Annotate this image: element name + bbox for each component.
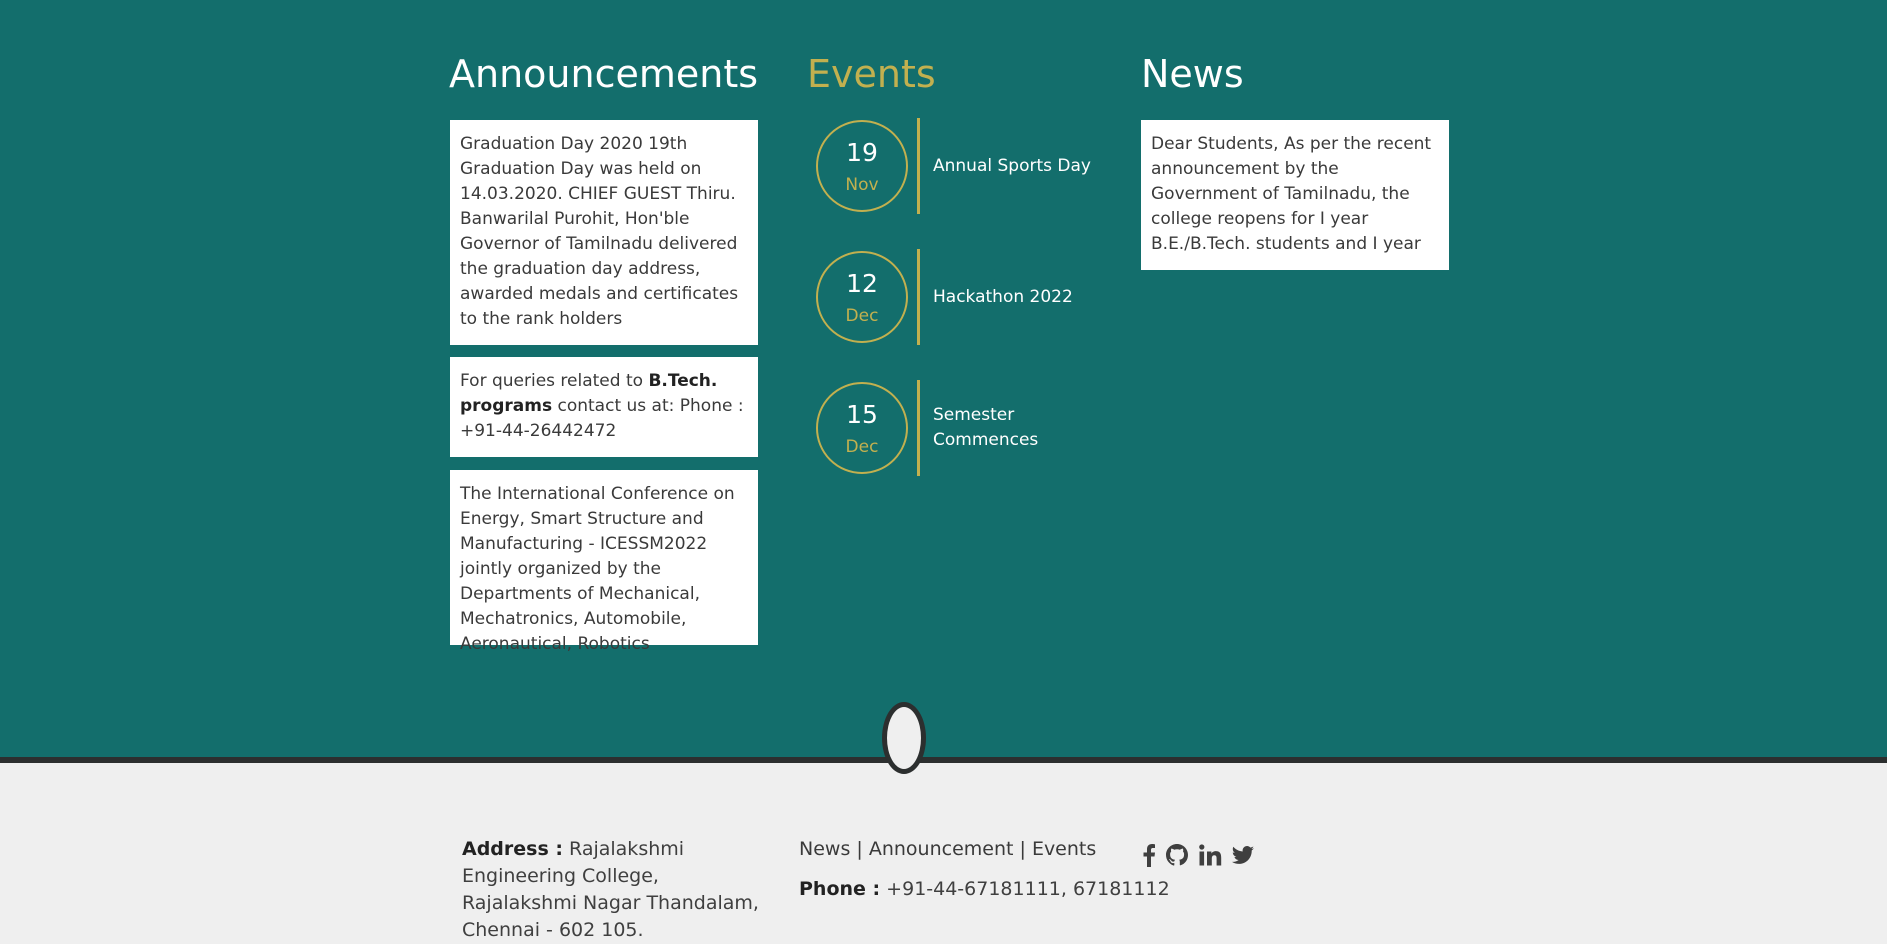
announcement-card[interactable]: Graduation Day 2020 19th Graduation Day … (450, 120, 758, 345)
event-item[interactable]: 12 Dec Hackathon 2022 (816, 249, 1096, 345)
footer-divider (0, 757, 1887, 763)
linkedin-icon[interactable] (1198, 843, 1222, 867)
footer-link-news[interactable]: News (799, 838, 850, 860)
announcement-text: Graduation Day 2020 19th Graduation Day … (460, 134, 739, 329)
footer-links: News | Announcement | Events (799, 836, 1096, 863)
link-separator: | (1013, 838, 1032, 860)
event-day: 15 (846, 400, 878, 429)
announcement-text: The International Conference on Energy, … (460, 484, 735, 654)
scroll-indicator[interactable] (882, 702, 926, 774)
phone-label: Phone : (799, 878, 881, 900)
event-day: 12 (846, 269, 878, 298)
phone-text: +91-44-67181111, 67181112 (880, 878, 1170, 900)
event-title[interactable]: Semester Commences (933, 380, 1093, 476)
event-divider (917, 249, 920, 345)
social-links (1140, 843, 1255, 867)
event-divider (917, 380, 920, 476)
event-item[interactable]: 15 Dec Semester Commences (816, 380, 1096, 476)
event-date-circle: 15 Dec (816, 382, 908, 474)
event-divider (917, 118, 920, 214)
event-month: Nov (845, 175, 879, 195)
news-heading: News (1141, 52, 1244, 96)
twitter-icon[interactable] (1231, 843, 1255, 867)
address-label: Address : (462, 838, 563, 860)
event-item[interactable]: 19 Nov Annual Sports Day (816, 118, 1096, 214)
announcements-heading: Announcements (449, 52, 759, 96)
event-date-circle: 19 Nov (816, 120, 908, 212)
event-title[interactable]: Hackathon 2022 (933, 249, 1093, 345)
link-separator: | (850, 838, 869, 860)
announcement-card[interactable]: For queries related to B.Tech. programs … (450, 357, 758, 457)
footer-address: Address : Rajalakshmi Engineering Colleg… (462, 836, 772, 944)
updates-section (0, 0, 1887, 757)
github-icon[interactable] (1165, 843, 1189, 867)
announcement-card[interactable]: The International Conference on Energy, … (450, 470, 758, 654)
event-title[interactable]: Annual Sports Day (933, 118, 1093, 214)
announcement-text-prefix: For queries related to (460, 371, 649, 391)
facebook-icon[interactable] (1140, 843, 1156, 867)
event-month: Dec (845, 437, 879, 457)
footer-link-events[interactable]: Events (1032, 838, 1096, 860)
news-card[interactable]: Dear Students, As per the recent announc… (1141, 120, 1449, 270)
footer-phone: Phone : +91-44-67181111, 67181112 (799, 876, 1170, 903)
footer-link-announcement[interactable]: Announcement (869, 838, 1014, 860)
event-date-circle: 12 Dec (816, 251, 908, 343)
news-text: Dear Students, As per the recent announc… (1151, 134, 1432, 254)
event-day: 19 (846, 138, 878, 167)
events-heading: Events (807, 52, 936, 96)
event-month: Dec (845, 306, 879, 326)
